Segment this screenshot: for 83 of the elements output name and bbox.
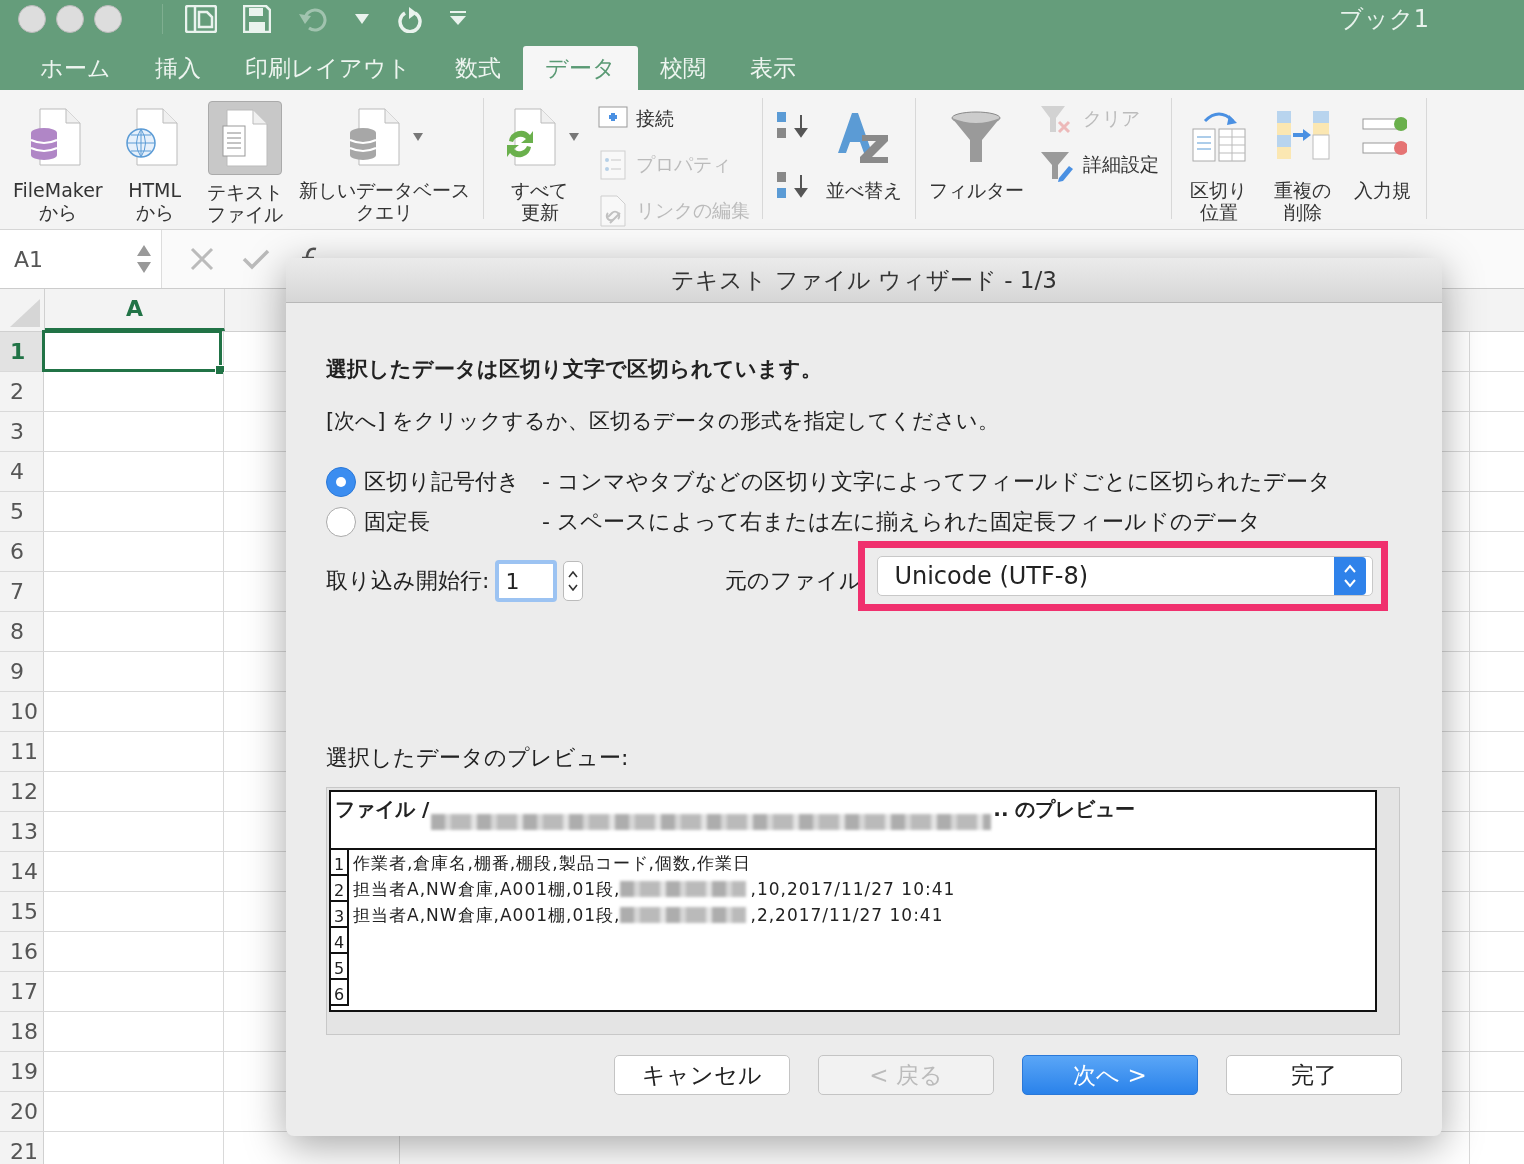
row-header[interactable]: 6: [0, 532, 44, 571]
line-number: 3: [331, 902, 349, 928]
line-number: 1: [331, 850, 349, 876]
caret-icon: [413, 133, 424, 141]
caret-icon: [568, 133, 579, 141]
sidebar-icon[interactable]: [185, 5, 217, 33]
row-header[interactable]: 4: [0, 452, 44, 491]
redo-icon[interactable]: [395, 5, 423, 33]
ribbon-button[interactable]: 重複の 削除: [1263, 98, 1342, 226]
row-header[interactable]: 12: [0, 772, 44, 811]
row-header[interactable]: 8: [0, 612, 44, 651]
ribbon-button[interactable]: 並べ替え: [820, 98, 907, 204]
window-title: ブック1: [1338, 4, 1429, 35]
chevron-icon: [1343, 563, 1358, 589]
properties-icon: [597, 150, 628, 180]
ribbon-button[interactable]: 入力規: [1347, 98, 1418, 204]
row-header[interactable]: 16: [0, 932, 44, 971]
ribbon-button[interactable]: フィルター: [923, 98, 1029, 204]
option-description: - コンマやタブなどの区切り文字によってフィールドごとに区切られたデータ: [542, 468, 1332, 496]
check-icon[interactable]: [242, 248, 270, 270]
preview-line: 担当者A,NW倉庫,A001棚,01段,: [352, 903, 621, 927]
stepper-icon[interactable]: [563, 561, 584, 601]
row-header[interactable]: 9: [0, 652, 44, 691]
row-header[interactable]: 17: [0, 972, 44, 1011]
ribbon-button[interactable]: 接続: [593, 98, 754, 140]
save-icon[interactable]: [243, 5, 271, 33]
row-header[interactable]: 2: [0, 372, 44, 411]
ribbon-button[interactable]: FileMaker から: [8, 98, 108, 226]
row-header[interactable]: 18: [0, 1012, 44, 1051]
radio-button[interactable]: [326, 507, 356, 537]
ribbon-button[interactable]: すべて 更新: [491, 98, 588, 226]
row-header[interactable]: 13: [0, 812, 44, 851]
option-description: - スペースによって右または左に揃えられた固定長フィールドのデータ: [542, 508, 1262, 536]
preview-title: ファイル /: [335, 796, 430, 823]
line-number: 6: [331, 980, 349, 1006]
selected-cell[interactable]: [42, 330, 222, 372]
name-box[interactable]: A1: [0, 230, 162, 288]
dialog-heading: 選択したデータは区切り文字で区切られています。: [326, 356, 823, 383]
row-header[interactable]: 3: [0, 412, 44, 451]
link-document-icon: [597, 195, 628, 227]
ribbon-button[interactable]: HTML から: [113, 98, 196, 226]
start-row-field[interactable]: 1: [495, 560, 558, 602]
dialog-button[interactable]: 完了: [1226, 1055, 1402, 1095]
undo-icon[interactable]: [297, 6, 329, 32]
triangle-icon: [355, 14, 369, 24]
dialog-button[interactable]: キャンセル: [614, 1055, 790, 1095]
zoom-button[interactable]: [94, 5, 122, 33]
preview-line: ,10,2017/11/27 10:41: [749, 878, 956, 901]
preview-line: 作業者,倉庫名,棚番,棚段,製品コード,個数,作業日: [352, 851, 752, 875]
row-header[interactable]: 1: [0, 332, 44, 371]
field-label: 取り込み開始行:: [326, 567, 490, 595]
customize-toolbar-icon[interactable]: [449, 11, 467, 27]
ribbon-button[interactable]: 詳細設定: [1034, 144, 1163, 186]
column-header[interactable]: A: [45, 289, 225, 331]
row-header[interactable]: 15: [0, 892, 44, 931]
preview-title: .. のプレビュー: [993, 796, 1136, 823]
line-number: 5: [331, 954, 349, 980]
cancel-icon[interactable]: [190, 247, 214, 271]
row-header[interactable]: 7: [0, 572, 44, 611]
minimize-button[interactable]: [56, 5, 84, 33]
row-header[interactable]: 19: [0, 1052, 44, 1091]
line-number: 4: [331, 928, 349, 954]
row-header[interactable]: 10: [0, 692, 44, 731]
row-header[interactable]: 11: [0, 732, 44, 771]
ribbon-button[interactable]: テキスト ファイル: [201, 98, 288, 228]
row-header[interactable]: 5: [0, 492, 44, 531]
dialog-title: テキスト ファイル ウィザード - 1/3: [286, 258, 1442, 303]
preview-line: ,2,2017/11/27 10:41: [749, 904, 944, 927]
instruction-text: [次へ] をクリックするか、区切るデータの形式を指定してください。: [326, 408, 1001, 435]
preview-line: 担当者A,NW倉庫,A001棚,01段,: [352, 877, 621, 901]
ribbon-button[interactable]: 新しいデータベース クエリ: [293, 98, 475, 226]
encoding-dropdown[interactable]: Unicode (UTF-8): [877, 556, 1374, 596]
radio-option[interactable]: 区切り記号付き: [326, 467, 542, 497]
ribbon-button[interactable]: 区切り 位置: [1179, 98, 1258, 226]
preview-label: 選択したデータのプレビュー:: [326, 744, 630, 772]
row-header[interactable]: 20: [0, 1092, 44, 1131]
radio-option[interactable]: 固定長: [326, 507, 542, 537]
row-header[interactable]: 14: [0, 852, 44, 891]
radio-button[interactable]: [326, 467, 356, 497]
close-button[interactable]: [18, 5, 46, 33]
row-header[interactable]: 21: [0, 1132, 44, 1164]
stepper-icon: [137, 244, 151, 274]
line-number: 2: [331, 876, 349, 902]
